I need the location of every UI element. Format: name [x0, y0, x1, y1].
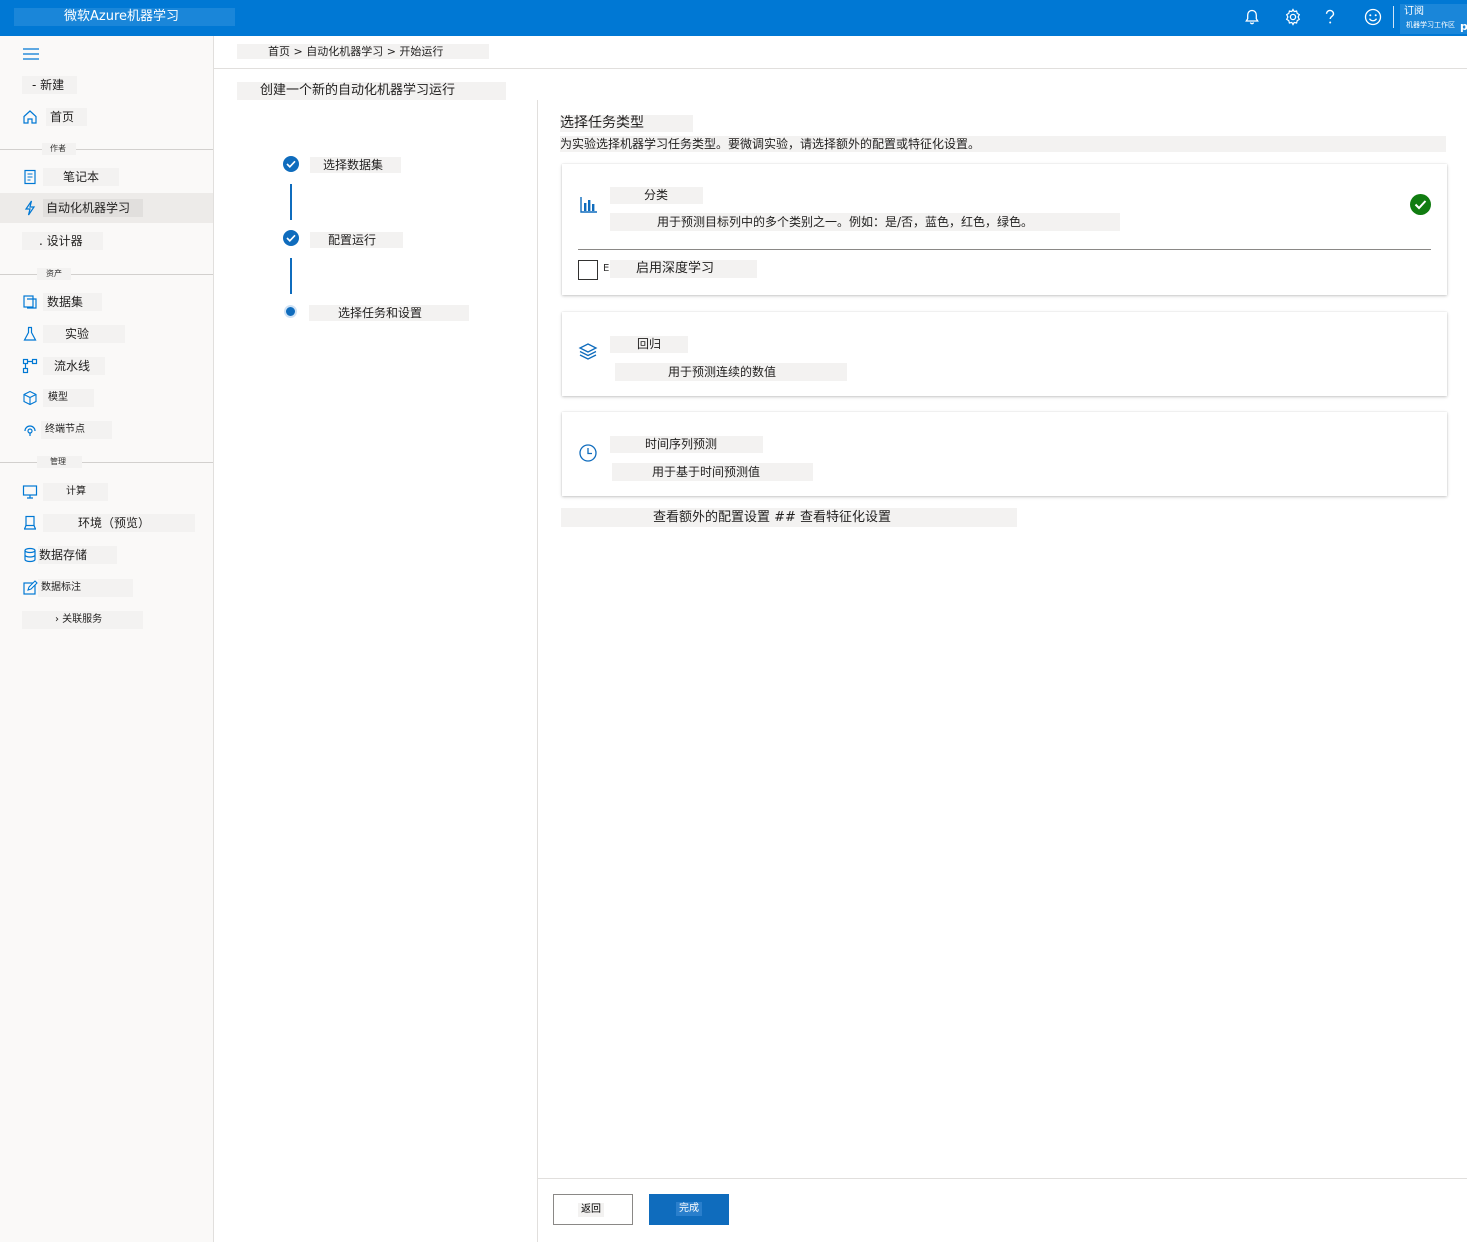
nav-automl[interactable]: 自动化机器学习: [0, 193, 213, 223]
top-bar: 微软Azure机器学习 订阅 机器学习工作区 p: [0, 0, 1467, 36]
nav-pipelines[interactable]: 流水线: [0, 351, 213, 381]
nav-endpoints[interactable]: 终端节点: [0, 415, 213, 445]
task-card-forecasting[interactable]: 时间序列预测 用于基于时间预测值: [562, 412, 1447, 496]
clock-icon: [578, 443, 598, 463]
sidebar: - 新建 首页 作者 笔记本 自动化机器学习 . 设计器 资产 数据集 实验 流…: [0, 36, 214, 1242]
layers-icon: [578, 341, 598, 361]
task-card-regression[interactable]: 回归 用于预测连续的数值: [562, 312, 1447, 396]
nav-designer[interactable]: . 设计器: [0, 226, 213, 256]
nav-datastores[interactable]: 数据存储: [0, 540, 213, 570]
section-assets: 资产: [0, 268, 213, 280]
pipeline-icon: [22, 358, 38, 374]
section-author: 作者: [0, 143, 213, 155]
regression-title: 回归: [610, 336, 688, 353]
smiley-icon[interactable]: [1362, 6, 1384, 28]
task-type-description: 为实验选择机器学习任务类型。要微调实验，请选择额外的配置或特征化设置。: [560, 136, 1446, 152]
nav-compute-label: 计算: [43, 483, 108, 501]
nav-home-label: 首页: [46, 108, 87, 126]
step-connector: [290, 258, 292, 294]
flask-icon: [22, 326, 38, 342]
nav-endpoints-label: 终端节点: [41, 421, 112, 439]
home-icon: [22, 109, 38, 125]
step-2-label[interactable]: 配置运行: [310, 232, 403, 248]
nav-compute[interactable]: 计算: [0, 477, 213, 507]
section-manage: 管理: [0, 456, 213, 468]
nav-datasets[interactable]: 数据集: [0, 287, 213, 317]
environment-icon: [22, 515, 38, 531]
hamburger-icon[interactable]: [22, 46, 40, 60]
nav-environments-label: 环境（预览）: [43, 514, 195, 532]
nav-linked-services-label: › 关联服务: [22, 611, 143, 629]
nav-labeling[interactable]: 数据标注: [0, 573, 213, 603]
section-manage-label: 管理: [37, 456, 82, 468]
task-type-title: 选择任务类型: [560, 115, 693, 132]
endpoint-icon: [22, 422, 38, 438]
nav-notebooks-label: 笔记本: [43, 168, 119, 186]
forecasting-description: 用于基于时间预测值: [612, 463, 813, 481]
database-icon: [22, 547, 38, 563]
finish-button-label: 完成: [676, 1202, 702, 1216]
account-menu[interactable]: 订阅 机器学习工作区 p: [1400, 4, 1467, 34]
gear-icon[interactable]: [1282, 6, 1304, 28]
app-title[interactable]: 微软Azure机器学习: [14, 8, 235, 26]
step-3-label[interactable]: 选择任务和设置: [309, 305, 469, 321]
header-divider: [214, 68, 1467, 69]
forecasting-title: 时间序列预测: [610, 436, 763, 453]
nav-new-label: - 新建: [22, 76, 77, 94]
back-button-label: 返回: [578, 1203, 604, 1217]
dataset-icon: [22, 294, 38, 310]
nav-linked-services[interactable]: › 关联服务: [0, 605, 213, 635]
help-icon[interactable]: [1319, 6, 1341, 28]
section-assets-label: 资产: [37, 268, 71, 280]
nav-experiments[interactable]: 实验: [0, 319, 213, 349]
nav-labeling-label: 数据标注: [38, 579, 133, 597]
lightning-icon: [22, 200, 38, 216]
bar-chart-icon: [579, 194, 599, 214]
regression-description: 用于预测连续的数值: [615, 363, 847, 381]
nav-automl-label: 自动化机器学习: [43, 199, 143, 217]
step-check-icon: [283, 230, 299, 246]
breadcrumb[interactable]: 首页 > 自动化机器学习 > 开始运行: [237, 44, 489, 59]
nav-models[interactable]: 模型: [0, 383, 213, 413]
nav-notebooks[interactable]: 笔记本: [0, 162, 213, 192]
classification-title: 分类: [610, 187, 703, 204]
step-check-icon: [283, 156, 299, 172]
nav-experiments-label: 实验: [43, 325, 125, 343]
user-initial: p: [1460, 20, 1467, 33]
step-1-label[interactable]: 选择数据集: [310, 157, 401, 173]
nav-datastores-label: 数据存储: [38, 546, 117, 564]
nav-models-label: 模型: [43, 389, 94, 407]
finish-button[interactable]: 完成: [649, 1194, 729, 1225]
back-button[interactable]: 返回: [553, 1194, 633, 1225]
nav-new[interactable]: - 新建: [0, 70, 213, 100]
nav-environments[interactable]: 环境（预览）: [0, 508, 213, 538]
pane-divider: [537, 100, 538, 1242]
deep-learning-checkbox[interactable]: [578, 260, 598, 280]
nav-designer-label: . 设计器: [22, 232, 103, 250]
page-title: 创建一个新的自动化机器学习运行: [237, 82, 506, 100]
card-divider: [578, 249, 1431, 250]
bell-icon[interactable]: [1241, 6, 1263, 28]
edit-icon: [22, 580, 38, 596]
step-connector: [290, 184, 292, 220]
selected-check-icon: [1410, 194, 1431, 215]
task-card-classification[interactable]: 分类 用于预测目标列中的多个类别之一。例如：是/否，蓝色，红色，绿色。 E 启用…: [562, 164, 1447, 295]
nav-datasets-label: 数据集: [43, 293, 102, 311]
nav-pipelines-label: 流水线: [43, 357, 105, 375]
footer-divider: [538, 1178, 1467, 1179]
additional-settings-link[interactable]: 查看额外的配置设置 ## 查看特征化设置: [561, 508, 1017, 527]
subscription-label: 订阅: [1404, 6, 1424, 17]
classification-description: 用于预测目标列中的多个类别之一。例如：是/否，蓝色，红色，绿色。: [610, 213, 1120, 231]
computer-icon: [22, 484, 38, 500]
workspace-label: 机器学习工作区: [1406, 21, 1455, 29]
deep-learning-label[interactable]: 启用深度学习: [610, 260, 757, 278]
step-current-dot: [284, 305, 297, 318]
section-author-label: 作者: [42, 143, 76, 155]
notebook-icon: [22, 169, 38, 185]
nav-home[interactable]: 首页: [0, 102, 213, 132]
deep-learning-truncated-text: E: [603, 263, 610, 274]
cube-icon: [22, 390, 38, 406]
top-divider: [1393, 6, 1394, 28]
